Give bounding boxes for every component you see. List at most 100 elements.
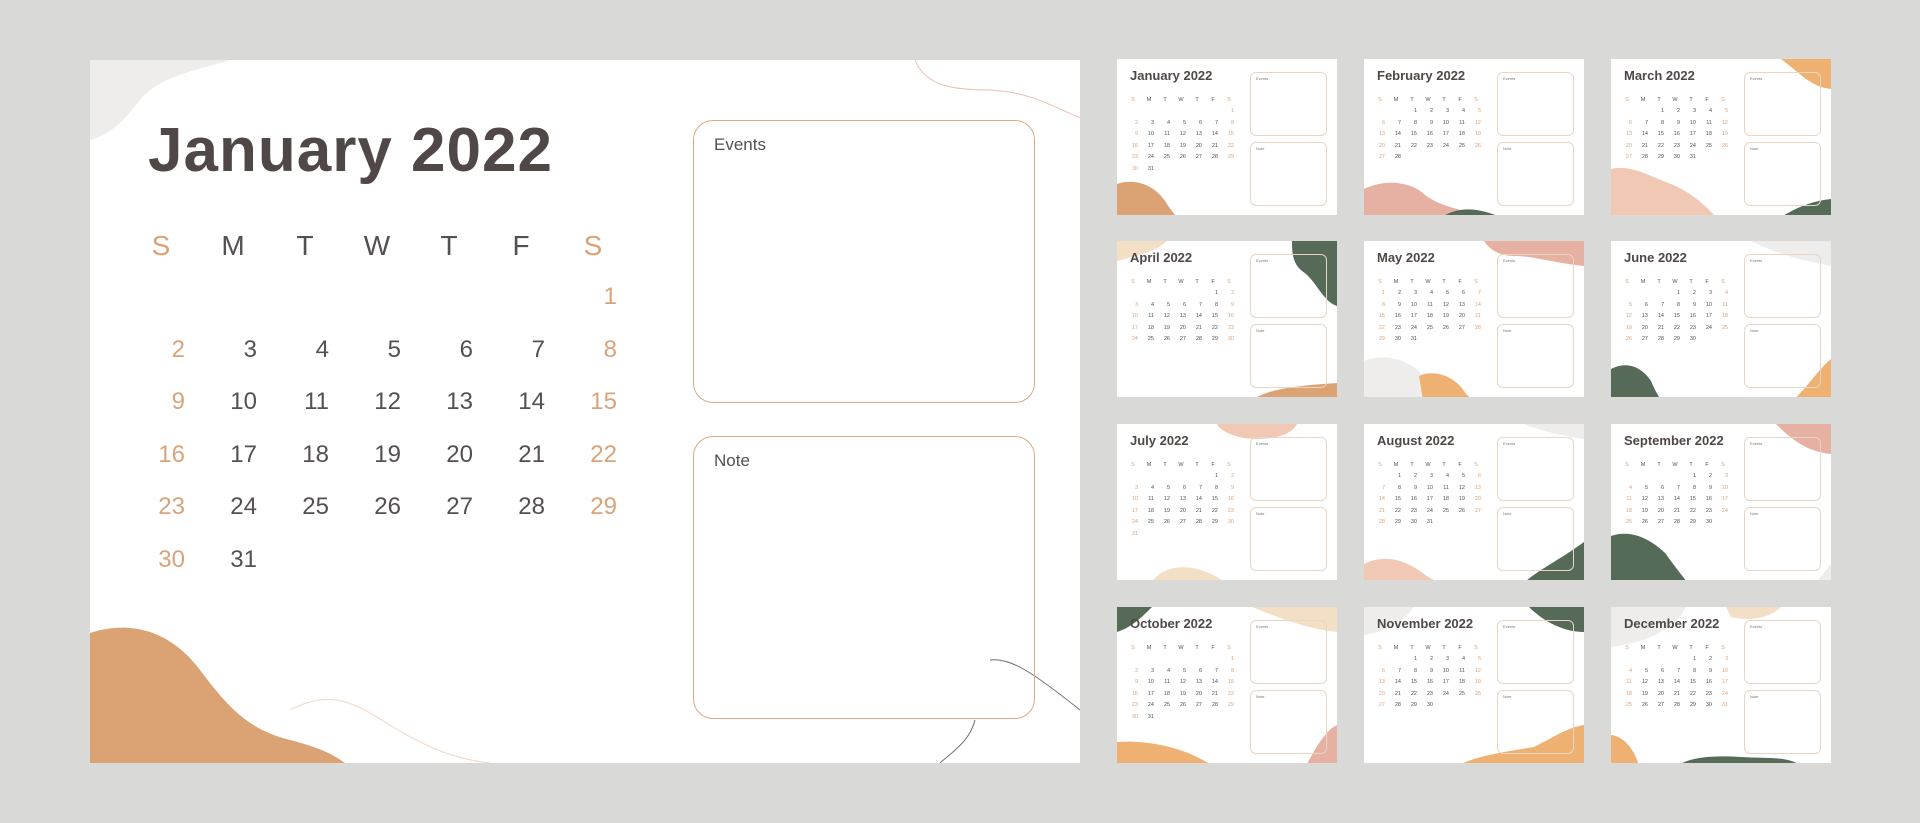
mini-month-march[interactable]: March 2022 S M T W T F S 1 2 3 4 5 6 7 8 9 10 11 12 13 14 15 16… (1611, 59, 1831, 215)
day-cell[interactable]: 25 (1452, 143, 1465, 149)
day-cell[interactable]: 5 (1452, 473, 1465, 479)
day-cell[interactable]: 24 (1125, 336, 1138, 342)
day-cell[interactable]: 7 (1667, 485, 1680, 491)
note-box[interactable]: Note (1250, 142, 1327, 206)
day-cell[interactable]: 17 (1420, 496, 1433, 502)
day-cell[interactable]: 22 (1404, 143, 1417, 149)
mini-month-december[interactable]: December 2022 S M T W T F S 1 2 3 4 5 6 7 8 9 10 11 12 13 14 1… (1611, 607, 1831, 763)
day-cell[interactable]: 21 (1651, 325, 1664, 331)
day-cell[interactable]: 24 (197, 493, 257, 521)
day-cell[interactable]: 8 (1404, 120, 1417, 126)
day-cell[interactable]: 3 (1683, 108, 1696, 114)
day-cell[interactable]: 26 (1619, 336, 1632, 342)
day-cell[interactable]: 29 (1372, 336, 1385, 342)
day-cell[interactable]: 3 (197, 336, 257, 364)
events-box[interactable]: Events (1497, 72, 1574, 136)
day-cell[interactable]: 27 (1372, 702, 1385, 708)
day-cell[interactable]: 10 (197, 388, 257, 416)
day-cell[interactable]: 28 (1205, 154, 1218, 160)
day-cell[interactable]: 13 (1189, 679, 1202, 685)
day-cell[interactable]: 13 (1173, 496, 1186, 502)
note-box[interactable]: Note (1250, 690, 1327, 754)
day-cell[interactable]: 23 (1125, 154, 1138, 160)
day-cell[interactable]: 6 (1635, 302, 1648, 308)
day-cell[interactable]: 7 (1667, 668, 1680, 674)
day-cell[interactable]: 1 (1651, 108, 1664, 114)
mini-month-june[interactable]: June 2022 S M T W T F S 1 2 3 4 5 6 7 8 9 10 11 12 13 14 15 16 1… (1611, 241, 1831, 397)
day-cell[interactable]: 2 (1221, 473, 1234, 479)
day-cell[interactable]: 22 (1205, 325, 1218, 331)
day-cell[interactable]: 4 (1699, 108, 1712, 114)
day-cell[interactable]: 8 (1651, 120, 1664, 126)
mini-month-november[interactable]: November 2022 S M T W T F S 1 2 3 4 5 6 7 8 9 10 11 12 13 14 1… (1364, 607, 1584, 763)
day-cell[interactable]: 17 (1436, 131, 1449, 137)
day-cell[interactable]: 8 (557, 336, 617, 364)
day-cell[interactable]: 1 (1404, 108, 1417, 114)
day-cell[interactable]: 21 (1388, 143, 1401, 149)
day-cell[interactable]: 25 (1141, 519, 1154, 525)
note-box[interactable]: Note (1497, 690, 1574, 754)
day-cell[interactable]: 10 (1436, 668, 1449, 674)
day-cell[interactable]: 5 (1619, 302, 1632, 308)
day-cell[interactable]: 2 (1221, 290, 1234, 296)
day-cell[interactable]: 9 (1221, 302, 1234, 308)
day-cell[interactable]: 24 (1715, 508, 1728, 514)
day-cell[interactable]: 16 (1125, 691, 1138, 697)
day-cell[interactable]: 4 (1452, 656, 1465, 662)
day-cell[interactable]: 26 (341, 493, 401, 521)
day-cell[interactable]: 24 (1141, 154, 1154, 160)
day-cell[interactable]: 27 (1619, 154, 1632, 160)
day-cell[interactable]: 26 (1635, 519, 1648, 525)
day-cell[interactable]: 28 (1667, 702, 1680, 708)
day-cell[interactable]: 21 (1205, 691, 1218, 697)
day-cell[interactable]: 7 (1388, 120, 1401, 126)
day-cell[interactable]: 10 (1715, 668, 1728, 674)
day-cell[interactable]: 3 (1141, 668, 1154, 674)
day-cell[interactable]: 15 (1388, 496, 1401, 502)
day-cell[interactable]: 24 (1141, 702, 1154, 708)
day-cell[interactable]: 6 (1452, 290, 1465, 296)
day-cell[interactable]: 13 (1468, 485, 1481, 491)
day-cell[interactable]: 29 (1683, 519, 1696, 525)
day-cell[interactable]: 8 (1205, 302, 1218, 308)
day-cell[interactable]: 22 (1221, 143, 1234, 149)
day-cell[interactable]: 7 (1205, 120, 1218, 126)
day-cell[interactable]: 17 (1699, 313, 1712, 319)
day-cell[interactable]: 1 (1683, 473, 1696, 479)
day-cell[interactable]: 19 (1452, 496, 1465, 502)
day-cell[interactable]: 21 (1205, 143, 1218, 149)
day-cell[interactable]: 3 (1125, 485, 1138, 491)
note-box[interactable]: Note (1250, 507, 1327, 571)
day-cell[interactable]: 30 (1699, 519, 1712, 525)
day-cell[interactable]: 9 (125, 388, 185, 416)
day-cell[interactable]: 2 (1125, 668, 1138, 674)
day-cell[interactable]: 6 (413, 336, 473, 364)
day-cell[interactable]: 2 (1420, 656, 1433, 662)
day-cell[interactable]: 19 (1635, 508, 1648, 514)
note-box[interactable]: Note (693, 436, 1035, 719)
day-cell[interactable]: 27 (1651, 702, 1664, 708)
events-box[interactable]: Events (1744, 72, 1821, 136)
events-box[interactable]: Events (1250, 620, 1327, 684)
day-cell[interactable]: 1 (1205, 290, 1218, 296)
day-cell[interactable]: 31 (1683, 154, 1696, 160)
day-cell[interactable]: 3 (1420, 473, 1433, 479)
note-box[interactable]: Note (1744, 324, 1821, 388)
day-cell[interactable]: 9 (1420, 668, 1433, 674)
day-cell[interactable]: 9 (1699, 668, 1712, 674)
day-cell[interactable]: 27 (1468, 508, 1481, 514)
day-cell[interactable]: 31 (1141, 714, 1154, 720)
day-cell[interactable]: 20 (1468, 496, 1481, 502)
day-cell[interactable]: 18 (1452, 131, 1465, 137)
day-cell[interactable]: 17 (1715, 496, 1728, 502)
day-cell[interactable]: 15 (1651, 131, 1664, 137)
day-cell[interactable]: 7 (1205, 668, 1218, 674)
day-cell[interactable]: 23 (1420, 143, 1433, 149)
day-cell[interactable]: 30 (125, 546, 185, 574)
day-cell[interactable]: 12 (1157, 313, 1170, 319)
day-cell[interactable]: 18 (1699, 131, 1712, 137)
day-cell[interactable]: 22 (1667, 325, 1680, 331)
day-cell[interactable]: 30 (1404, 519, 1417, 525)
events-box[interactable]: Events (1744, 254, 1821, 318)
day-cell[interactable]: 5 (1635, 485, 1648, 491)
